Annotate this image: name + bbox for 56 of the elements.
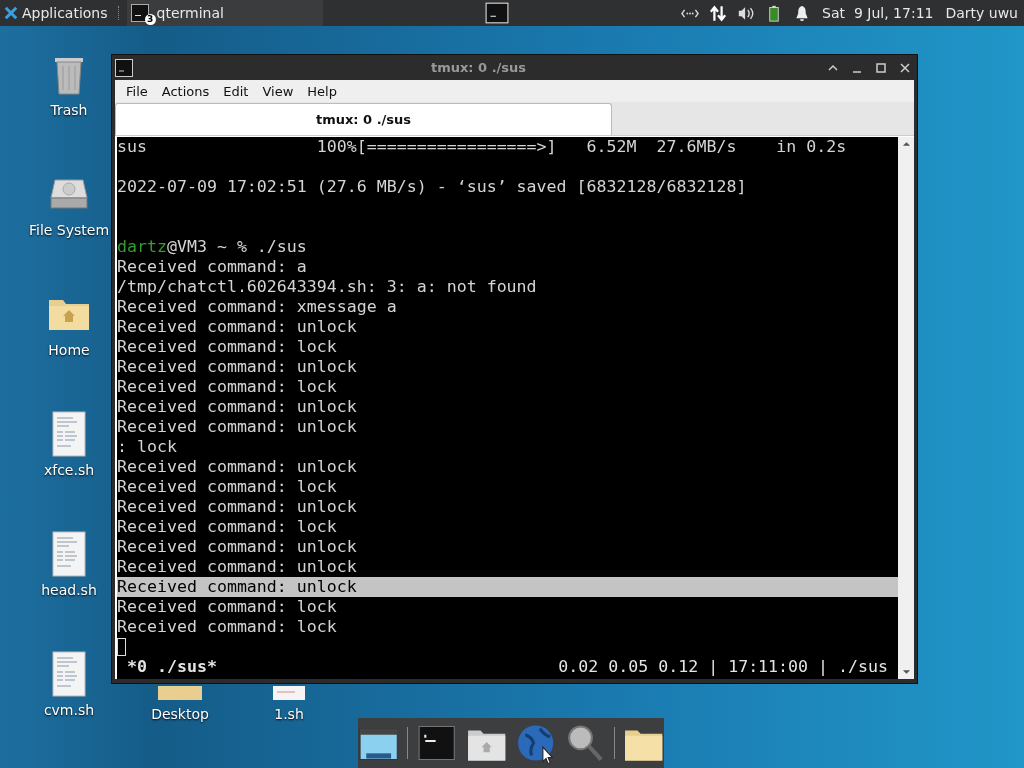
text-cursor — [117, 638, 126, 656]
terminal-icon — [130, 4, 149, 22]
count-badge: 3 — [144, 14, 156, 25]
terminal-line: Received command: lock — [117, 477, 337, 496]
terminal-line: Received command: unlock — [117, 357, 357, 376]
desktop-icon-label[interactable]: File System — [28, 222, 110, 238]
terminal-line: sus 100%[=================>] 6.52M 27.6MB/s in 0.2s — [117, 137, 847, 156]
scroll-up-icon[interactable] — [901, 141, 911, 147]
xfce-logo-icon[interactable] — [4, 6, 18, 20]
terminal-line: Received command: lock — [117, 377, 337, 396]
menu-item[interactable]: View — [257, 83, 299, 99]
desktop-icon-label[interactable]: Trash — [50, 102, 88, 118]
terminal-line: Received command: unlock — [117, 497, 357, 516]
scrollbar[interactable] — [898, 137, 914, 679]
terminal-line: Received command: unlock — [117, 417, 357, 436]
terminal-line: Received command: unlock — [117, 557, 357, 576]
desktop-icon-label[interactable]: head.sh — [41, 582, 97, 598]
terminal-line: Received command: unlock — [117, 397, 357, 416]
maximize-icon[interactable] — [875, 61, 887, 74]
terminal-line: 2022-07-09 17:02:51 (27.6 MB/s) - ‘sus’ saved [6832128/6832128] — [117, 177, 747, 196]
desktop-icon-label[interactable]: 1.sh — [274, 706, 304, 722]
terminal-line: Received command: unlock — [117, 577, 357, 596]
taskbar-button[interactable]: 3 qterminal — [126, 0, 323, 26]
terminal-line: Received command: lock — [117, 617, 337, 636]
terminal-line: Received command: unlock — [117, 317, 357, 336]
tmux-status: 0.02 0.05 0.12 | 17:11:00 | ./sus — [558, 657, 888, 677]
scroll-down-icon[interactable] — [901, 669, 911, 675]
close-icon[interactable] — [899, 61, 911, 74]
user-name[interactable]: Darty uwu — [945, 5, 1018, 21]
terminal-icon[interactable] — [485, 2, 510, 24]
prompt-line: dartz@VM3 ~ % ./sus — [117, 237, 307, 256]
terminal-line: Received command: lock — [117, 597, 337, 616]
terminal-line: Received command: lock — [117, 337, 337, 356]
tmux-window-name: *0 ./sus* — [127, 657, 217, 677]
clock[interactable]: Sat 9 Jul, 17:11 — [822, 5, 934, 21]
terminal-line: Received command: xmessage a — [117, 297, 397, 316]
terminal-line: Received command: unlock — [117, 457, 357, 476]
menu-item[interactable]: Actions — [156, 83, 215, 99]
menu-item[interactable]: Help — [302, 83, 342, 99]
transfer-icon[interactable] — [709, 4, 728, 22]
terminal-line: /tmp/chatctl.602643394.sh: 3: a: not found — [117, 277, 537, 296]
terminal-icon — [115, 58, 133, 77]
terminal-line: Received command: a — [117, 257, 307, 276]
desktop-icon-label[interactable]: Home — [48, 342, 90, 358]
applications-menu[interactable]: Applications — [0, 0, 112, 26]
desktop-icon-label[interactable]: xfce.sh — [43, 462, 95, 478]
desktop-icon-label[interactable]: cvm.sh — [43, 702, 95, 718]
window-title: tmux: 0 ./sus — [429, 60, 528, 75]
desktop-icon-label[interactable]: Desktop — [151, 706, 209, 722]
terminal-line: : lock — [117, 437, 177, 456]
terminal-line: Received command: lock — [117, 517, 337, 536]
terminal-tab[interactable]: tmux: 0 ./sus — [115, 103, 612, 135]
menu-item[interactable]: File — [121, 83, 153, 99]
folder-icon[interactable] — [156, 686, 204, 700]
terminal-line: Received command: unlock — [117, 537, 357, 556]
menu-item[interactable]: Edit — [218, 83, 254, 99]
